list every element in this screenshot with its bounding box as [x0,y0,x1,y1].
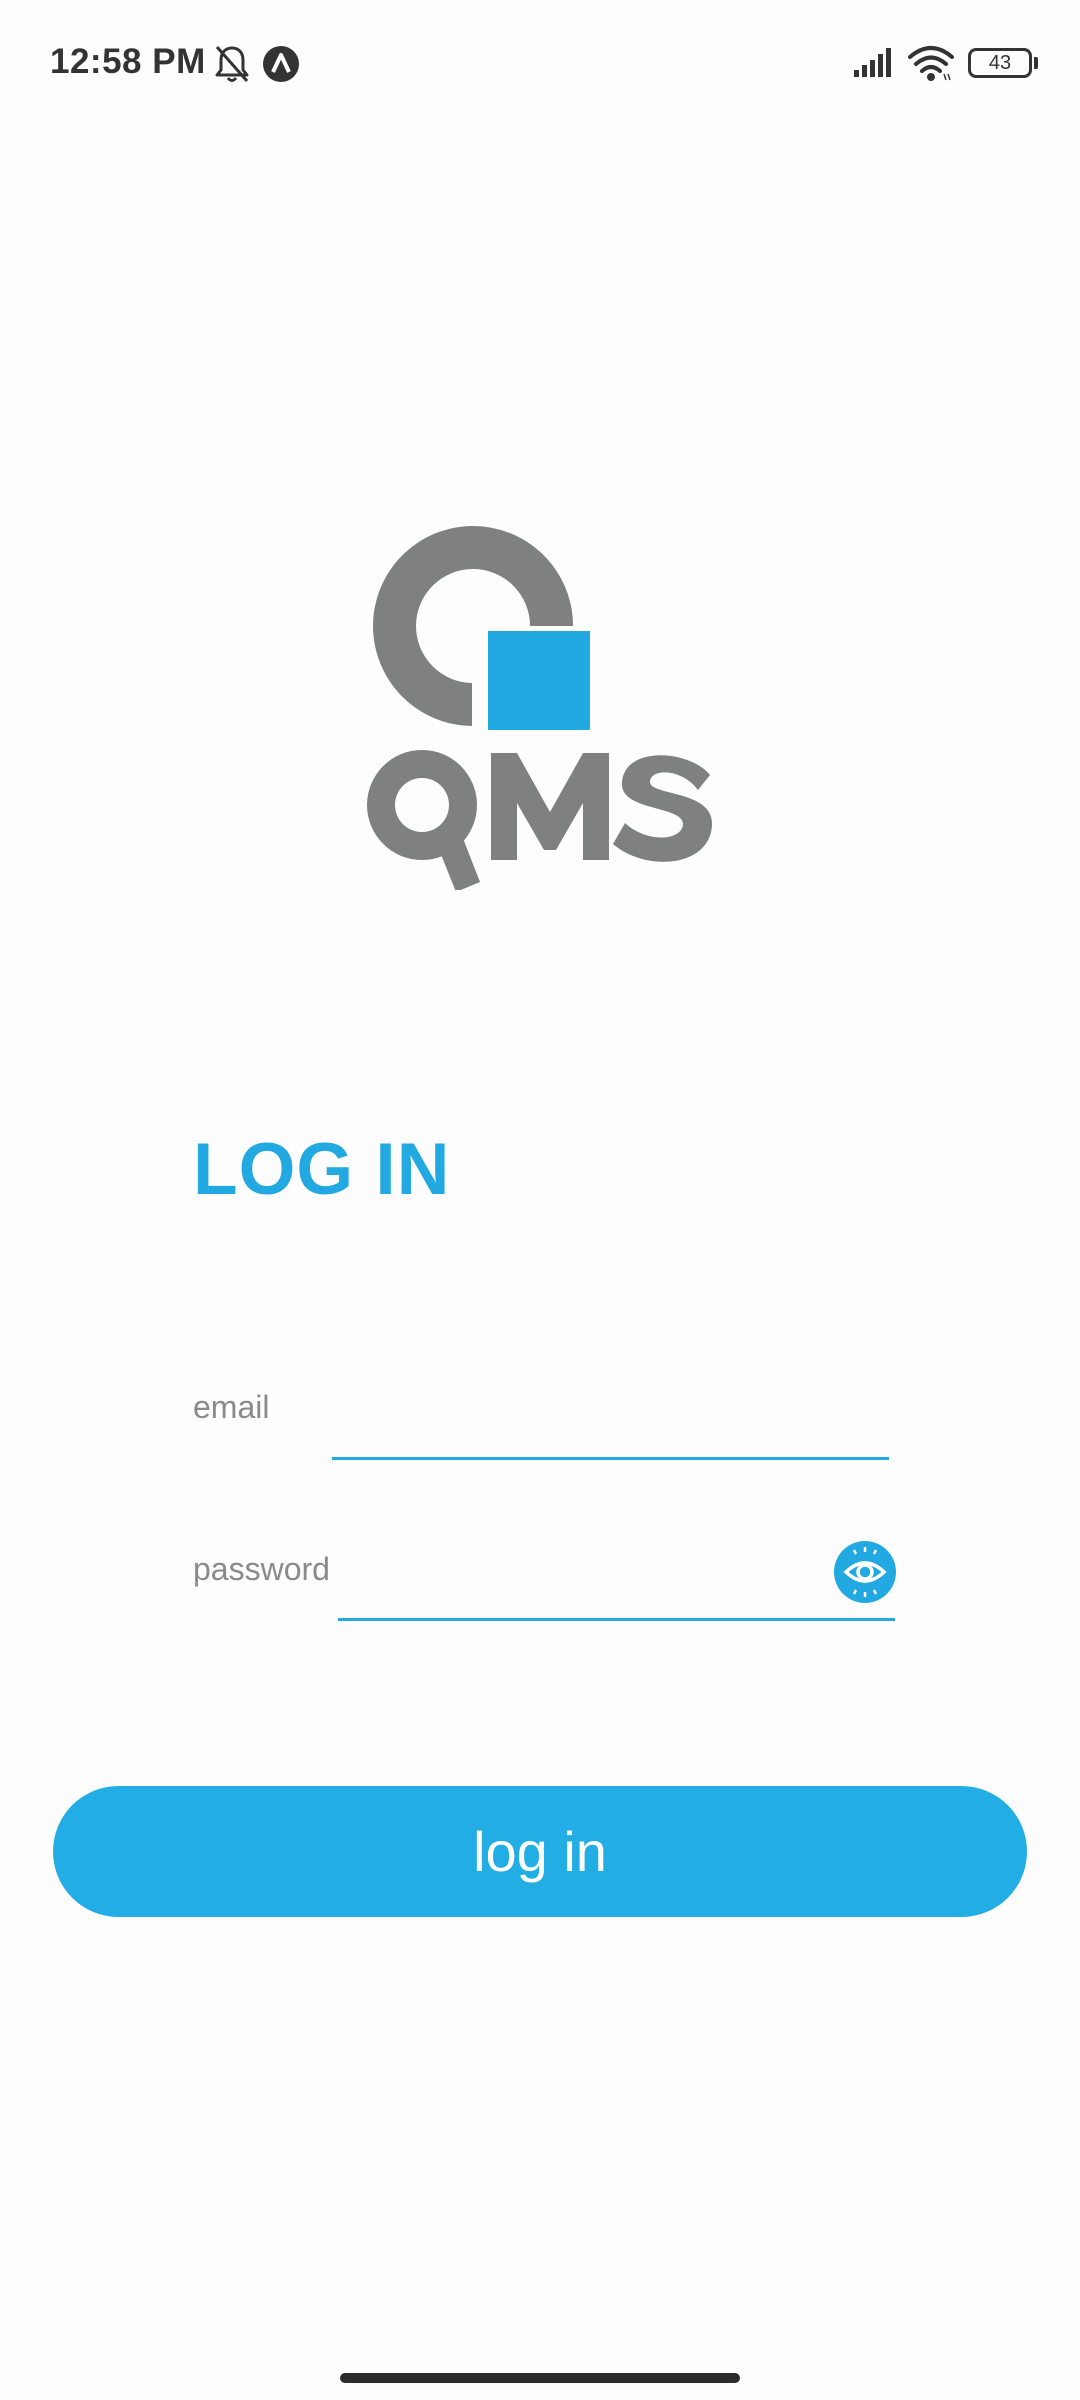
email-field[interactable] [332,1360,889,1460]
eye-icon [843,1547,887,1597]
notifications-muted-icon [215,46,249,82]
status-time: 12:58 PM [50,42,206,81]
battery-tip [1034,57,1038,69]
status-bar: 12:58 PM 43 [0,0,1080,130]
signal-icon [854,48,891,77]
password-label: password [193,1551,330,1587]
wifi-icon [908,46,954,81]
show-password-button[interactable] [834,1541,896,1603]
home-indicator[interactable] [340,2373,740,2383]
page-title: LOG IN [193,1129,451,1210]
login-button[interactable]: log in [53,1786,1027,1917]
email-label: email [193,1389,270,1425]
qms-logo [367,526,713,890]
app-notification-icon [263,46,299,82]
battery-icon: 43 [968,48,1032,78]
password-field[interactable] [338,1520,895,1621]
battery-level: 43 [988,52,1012,74]
